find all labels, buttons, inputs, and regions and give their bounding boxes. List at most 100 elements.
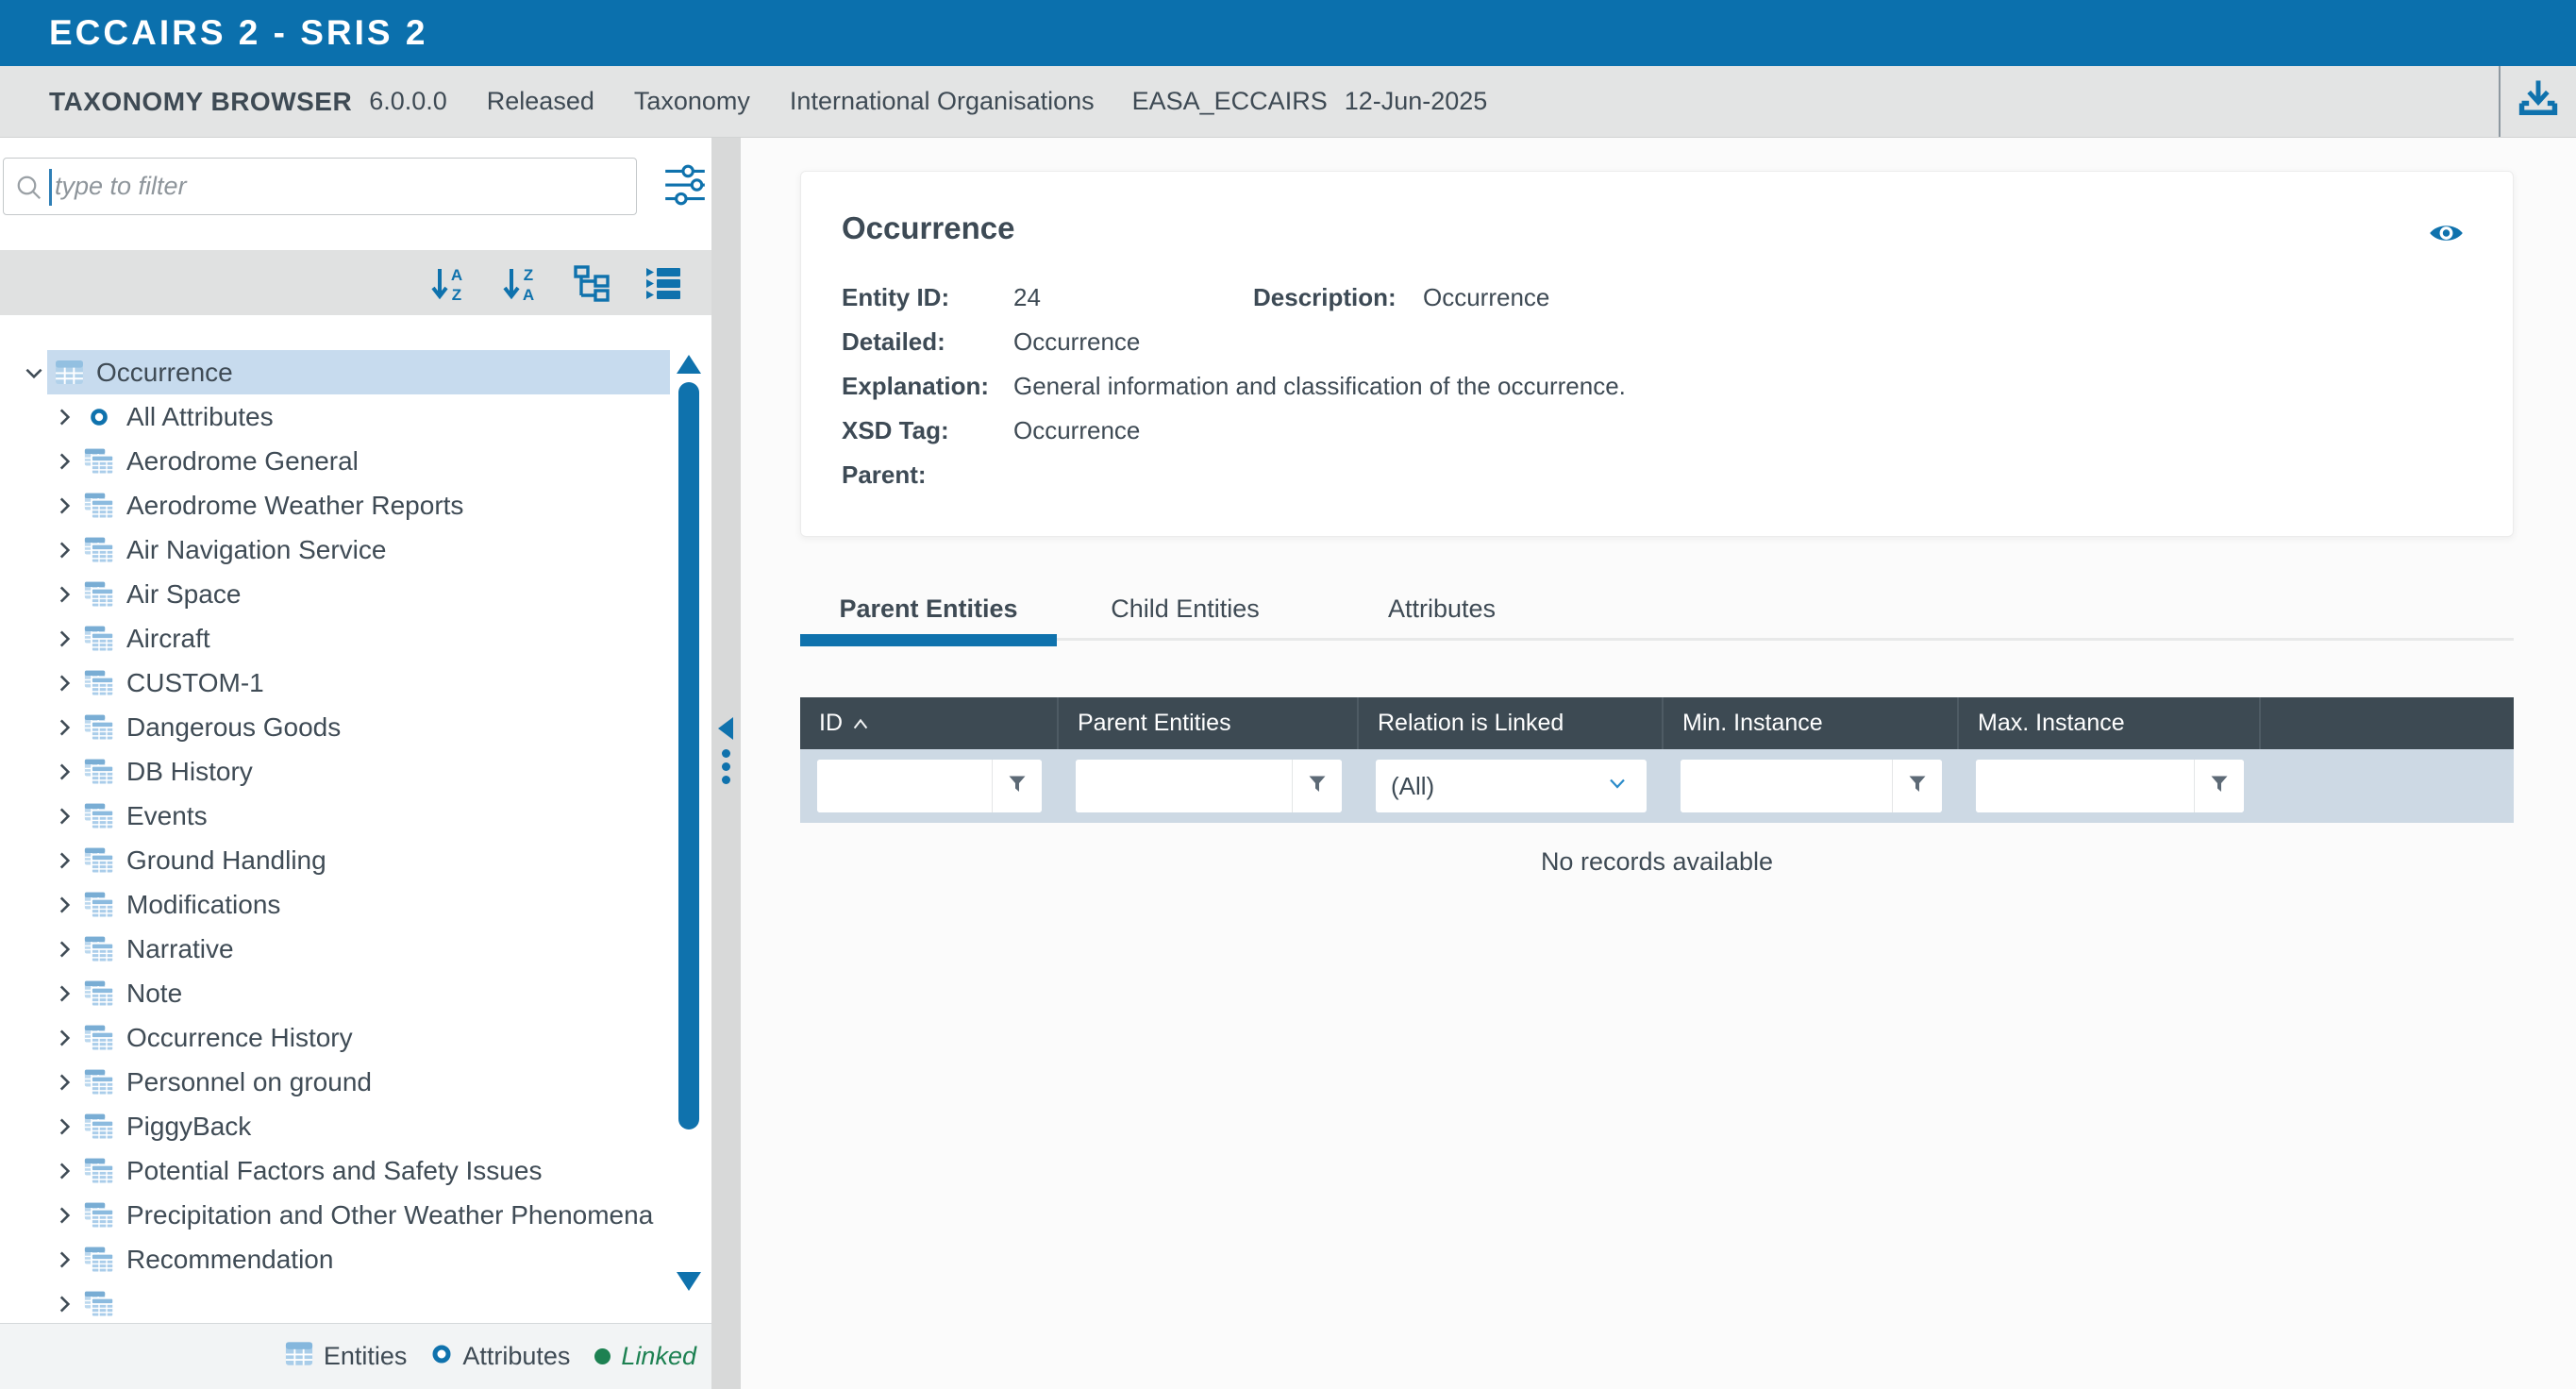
chevron-right-icon[interactable] — [51, 893, 77, 917]
tree-item-air-space[interactable]: Air Space — [0, 572, 711, 616]
column-header-parent-entities[interactable]: Parent Entities — [1059, 697, 1359, 749]
chevron-right-icon[interactable] — [51, 538, 77, 562]
tree-item-all-attributes[interactable]: All Attributes — [0, 394, 711, 439]
tree-item-aerodrome-general[interactable]: Aerodrome General — [0, 439, 711, 483]
chevron-right-icon[interactable] — [51, 848, 77, 873]
tree-item-blank[interactable] — [0, 1281, 711, 1323]
chevron-right-icon[interactable] — [51, 405, 77, 429]
organisation-selector[interactable]: International Organisations — [790, 87, 1095, 116]
tab-label: Parent Entities — [839, 594, 1017, 624]
column-header-min-instance[interactable]: Min. Instance — [1664, 697, 1959, 749]
search-input[interactable] — [53, 160, 623, 212]
entities-legend-icon — [285, 1341, 313, 1373]
taxonomy-type-selector[interactable]: Taxonomy — [634, 87, 750, 116]
tree-item-custom-1[interactable]: CUSTOM-1 — [0, 661, 711, 705]
tree-item-occurrence[interactable]: Occurrence — [0, 350, 711, 394]
chevron-right-icon[interactable] — [51, 449, 77, 474]
chevron-right-icon[interactable] — [51, 1114, 77, 1139]
tree-scrollbar[interactable] — [677, 315, 701, 1323]
chevron-right-icon[interactable] — [51, 1026, 77, 1050]
filter-input[interactable] — [1681, 760, 1892, 812]
chevron-right-icon[interactable] — [51, 1159, 77, 1183]
collapse-sidebar-icon[interactable] — [718, 717, 733, 740]
detailed-label: Detailed: — [842, 327, 1013, 357]
tree-item-precipitation-and-other-weather-phenomena[interactable]: Precipitation and Other Weather Phenomen… — [0, 1193, 711, 1237]
filter-input[interactable] — [817, 760, 992, 812]
entity-tables-icon — [84, 579, 114, 610]
filter-settings-button[interactable] — [661, 160, 709, 209]
expand-list-icon[interactable] — [644, 264, 682, 302]
entity-tables-icon — [84, 757, 114, 787]
chevron-right-icon[interactable] — [51, 804, 77, 828]
chevron-down-icon — [1603, 772, 1631, 801]
release-status-selector[interactable]: Released — [487, 87, 594, 116]
chevron-right-icon[interactable] — [51, 1292, 77, 1316]
chevron-down-icon[interactable] — [21, 360, 47, 385]
tree-item-air-navigation-service[interactable]: Air Navigation Service — [0, 527, 711, 572]
tree-item-recommendation[interactable]: Recommendation — [0, 1237, 711, 1281]
tree-item-ground-handling[interactable]: Ground Handling — [0, 838, 711, 882]
tree-item-aircraft[interactable]: Aircraft — [0, 616, 711, 661]
tree-item-modifications[interactable]: Modifications — [0, 882, 711, 927]
eye-icon[interactable] — [2429, 221, 2464, 250]
sort-alpha-asc-icon[interactable]: A Z — [429, 264, 467, 302]
tree-item-label: All Attributes — [126, 402, 274, 432]
legend-entities: Entities — [285, 1341, 408, 1373]
sort-alpha-desc-icon[interactable]: Z A — [501, 264, 539, 302]
column-header-relation-is-linked[interactable]: Relation is Linked — [1359, 697, 1664, 749]
tree-item-narrative[interactable]: Narrative — [0, 927, 711, 971]
legend-attributes: Attributes — [431, 1342, 570, 1371]
tree-item-events[interactable]: Events — [0, 794, 711, 838]
chevron-right-icon[interactable] — [51, 1070, 77, 1095]
tab-parent-entities[interactable]: Parent Entities — [800, 579, 1057, 638]
column-header-label: Parent Entities — [1078, 710, 1231, 737]
filter-button[interactable] — [1892, 760, 1942, 812]
column-header-id[interactable]: ID — [800, 697, 1059, 749]
filter-button[interactable] — [2194, 760, 2244, 812]
chevron-right-icon[interactable] — [51, 1247, 77, 1272]
filter-select-value: (All) — [1391, 772, 1434, 801]
tree-item-personnel-on-ground[interactable]: Personnel on ground — [0, 1060, 711, 1104]
scroll-up-icon[interactable] — [677, 355, 701, 374]
column-header-max-instance[interactable]: Max. Instance — [1959, 697, 2261, 749]
chevron-right-icon[interactable] — [51, 582, 77, 607]
filter-button[interactable] — [1292, 760, 1342, 812]
tree-item-aerodrome-weather-reports[interactable]: Aerodrome Weather Reports — [0, 483, 711, 527]
chevron-right-icon[interactable] — [51, 981, 77, 1006]
tree-item-label: Personnel on ground — [126, 1067, 372, 1097]
tree-item-note[interactable]: Note — [0, 971, 711, 1015]
splitter-drag-handle-icon[interactable] — [722, 749, 730, 789]
tree-item-piggyback[interactable]: PiggyBack — [0, 1104, 711, 1148]
entity-tables-icon — [84, 801, 114, 831]
filter-button[interactable] — [992, 760, 1042, 812]
empty-table-message: No records available — [800, 847, 2514, 877]
scrollbar-thumb[interactable] — [678, 382, 699, 1130]
chevron-right-icon[interactable] — [51, 494, 77, 518]
tree-item-dangerous-goods[interactable]: Dangerous Goods — [0, 705, 711, 749]
hierarchy-view-icon[interactable] — [573, 264, 611, 302]
tree-item-db-history[interactable]: DB History — [0, 749, 711, 794]
taxonomy-name-selector[interactable]: EASA_ECCAIRS — [1132, 87, 1328, 116]
tree-item-potential-factors-and-safety-issues[interactable]: Potential Factors and Safety Issues — [0, 1148, 711, 1193]
chevron-right-icon[interactable] — [51, 760, 77, 784]
chevron-right-icon[interactable] — [51, 937, 77, 962]
chevron-right-icon[interactable] — [51, 1203, 77, 1228]
chevron-right-icon[interactable] — [51, 715, 77, 740]
panel-splitter[interactable] — [711, 138, 741, 1389]
xsd-tag-label: XSD Tag: — [842, 416, 1013, 445]
chevron-right-icon[interactable] — [51, 671, 77, 695]
tree-item-label: Note — [126, 979, 182, 1009]
tree-item-label: Aerodrome General — [126, 446, 359, 477]
download-button[interactable] — [2499, 66, 2576, 137]
funnel-icon — [1906, 772, 1929, 801]
chevron-right-icon[interactable] — [51, 627, 77, 651]
tree-item-occurrence-history[interactable]: Occurrence History — [0, 1015, 711, 1060]
scroll-down-icon[interactable] — [677, 1272, 701, 1291]
tab-child-entities[interactable]: Child Entities — [1057, 579, 1313, 638]
attribute-circle-icon — [84, 407, 114, 427]
filter-input[interactable] — [1976, 760, 2194, 812]
tab-attributes[interactable]: Attributes — [1313, 579, 1570, 638]
filter-input[interactable] — [1076, 760, 1292, 812]
filter-select[interactable]: (All) — [1376, 760, 1647, 812]
tree-item-label: Air Space — [126, 579, 241, 610]
